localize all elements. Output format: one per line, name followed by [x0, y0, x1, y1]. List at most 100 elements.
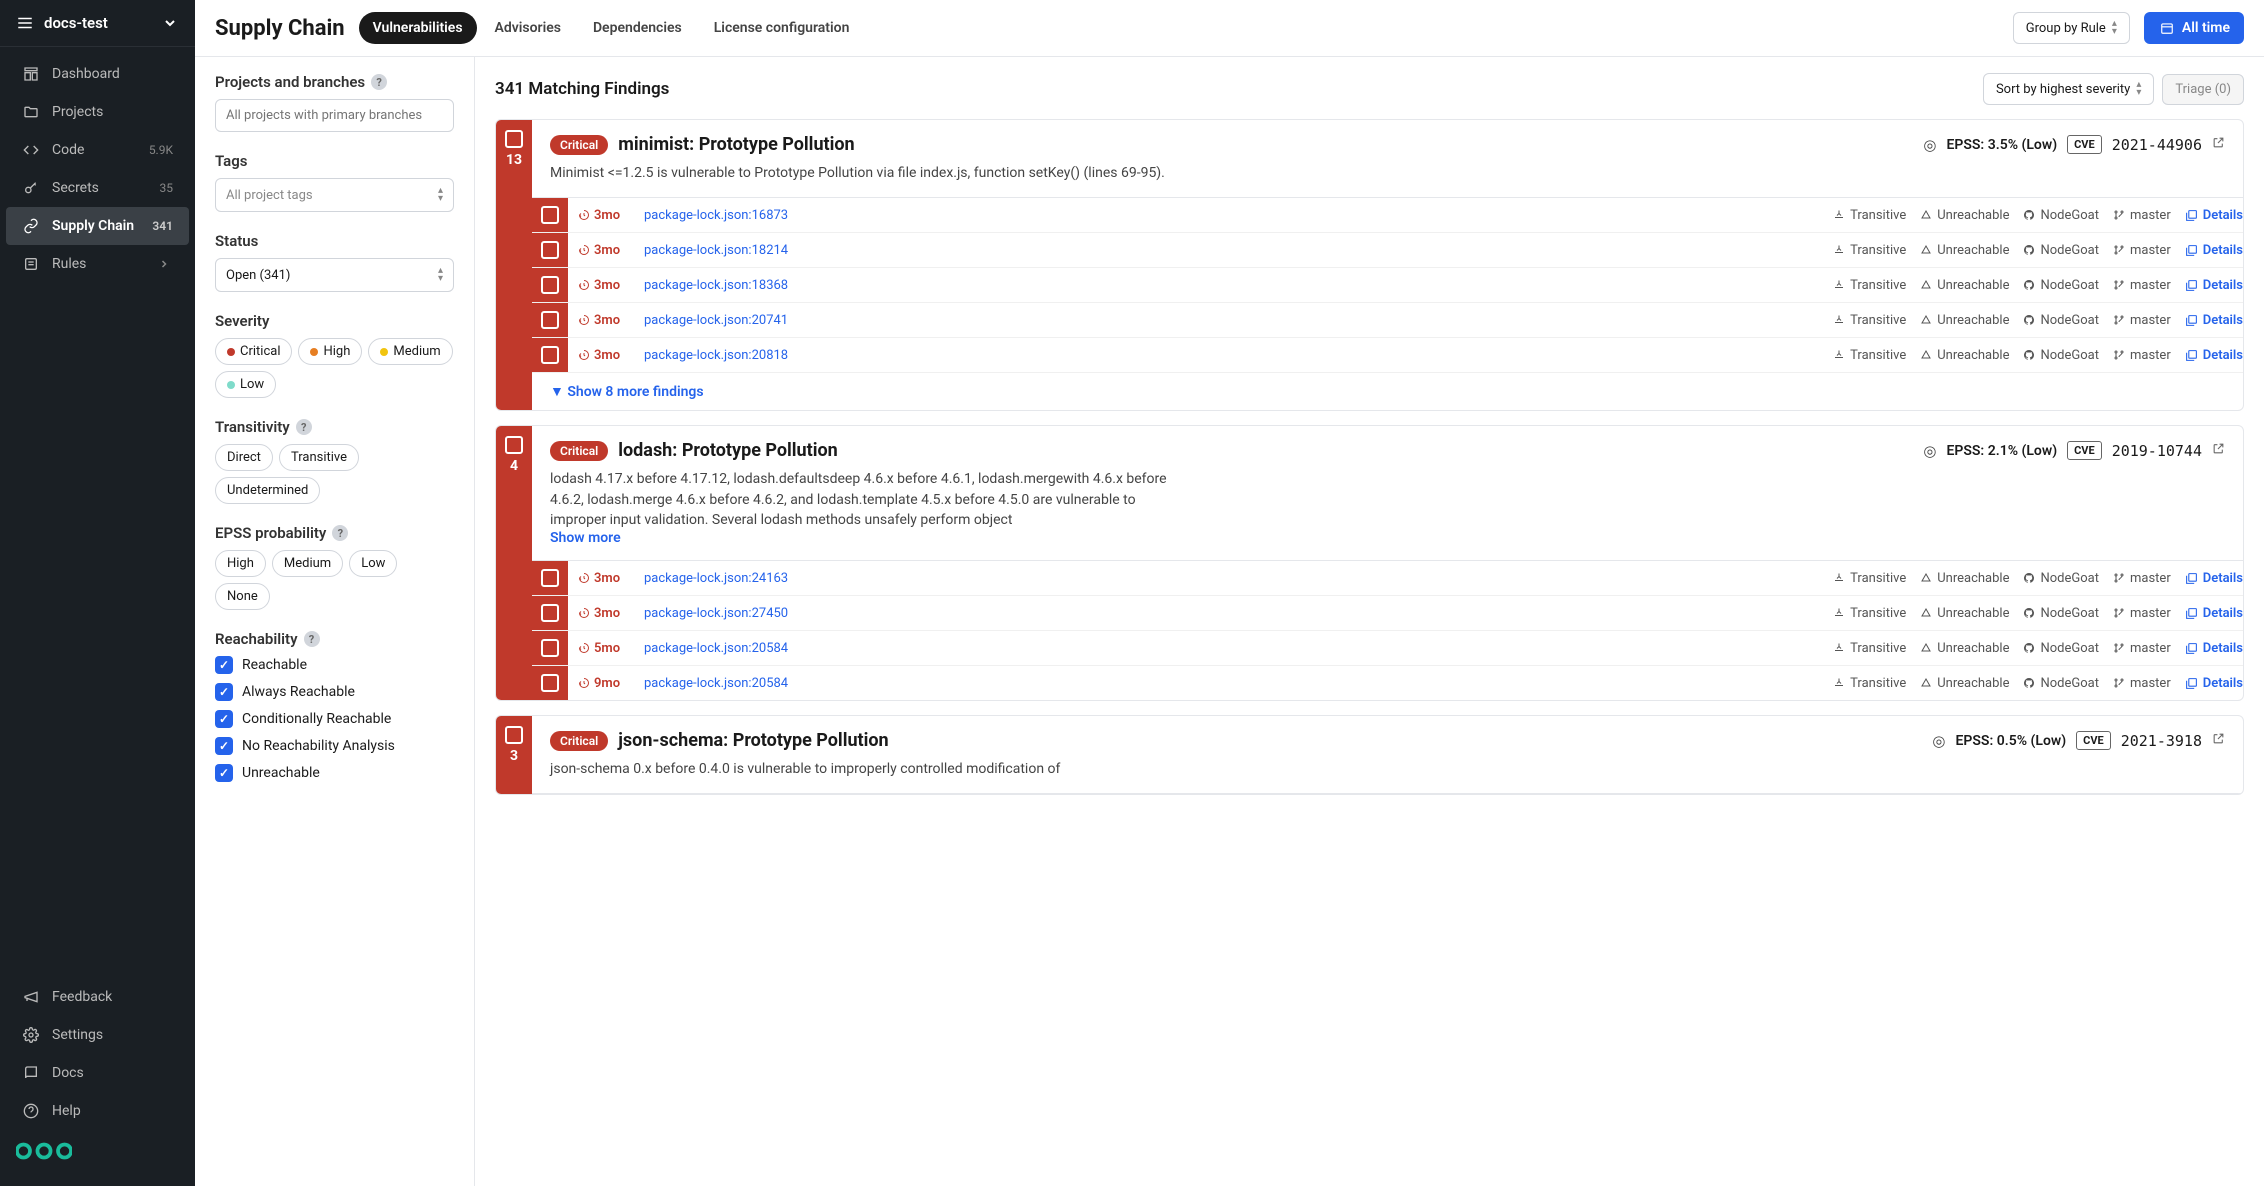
details-link[interactable]: Details — [2185, 676, 2243, 691]
file-link[interactable]: package-lock.json:27450 — [644, 606, 788, 621]
sidebar-item-dashboard[interactable]: Dashboard — [6, 55, 189, 93]
branch-badge: master — [2113, 606, 2171, 621]
file-link[interactable]: package-lock.json:16873 — [644, 208, 788, 223]
time-filter-button[interactable]: All time — [2144, 12, 2244, 44]
sidebar-item-label: Settings — [52, 1027, 103, 1043]
epss-chip[interactable]: None — [215, 583, 270, 610]
help-icon — [22, 1102, 40, 1120]
sidebar-item-supply-chain[interactable]: Supply Chain 341 — [6, 207, 189, 245]
show-more-desc[interactable]: Show more — [550, 530, 2225, 546]
external-link-icon[interactable] — [2212, 732, 2225, 749]
row-checkbox[interactable] — [541, 311, 559, 329]
severity-chip[interactable]: Low — [215, 371, 276, 398]
finding-description: Minimist <=1.2.5 is vulnerable to Protot… — [550, 163, 1170, 183]
sidebar-item-count: 341 — [152, 219, 173, 233]
sidebar-item-count: 5.9K — [149, 143, 173, 157]
age-badge: 3mo — [578, 348, 634, 363]
row-checkbox[interactable] — [541, 604, 559, 622]
severity-chip[interactable]: Medium — [368, 338, 452, 365]
group-checkbox[interactable] — [505, 130, 523, 148]
external-link-icon[interactable] — [2212, 442, 2225, 459]
row-checkbox[interactable] — [541, 346, 559, 364]
external-link-icon[interactable] — [2212, 136, 2225, 153]
workspace-switcher[interactable]: docs-test — [0, 0, 195, 47]
severity-chip[interactable]: Critical — [215, 338, 292, 365]
transitivity-chip[interactable]: Direct — [215, 444, 273, 471]
file-link[interactable]: package-lock.json:18368 — [644, 278, 788, 293]
row-checkbox[interactable] — [541, 639, 559, 657]
filter-label: Tags — [215, 152, 454, 170]
details-link[interactable]: Details — [2185, 606, 2243, 621]
group-checkbox[interactable] — [505, 436, 523, 454]
epss-chip[interactable]: Low — [349, 550, 397, 577]
details-link[interactable]: Details — [2185, 571, 2243, 586]
unreachable-badge: Unreachable — [1920, 208, 2009, 223]
unreachable-badge: Unreachable — [1920, 278, 2009, 293]
tab-advisories[interactable]: Advisories — [481, 12, 575, 44]
sidebar-item-label: Help — [52, 1103, 81, 1119]
file-link[interactable]: package-lock.json:20584 — [644, 641, 788, 656]
epss-score: EPSS: 3.5% (Low) — [1946, 137, 2057, 153]
dashboard-icon — [22, 65, 40, 83]
sidebar-item-label: Secrets — [52, 180, 99, 196]
status-select[interactable]: Open (341)▴▾ — [215, 258, 454, 292]
transitive-badge: Transitive — [1833, 278, 1906, 293]
sidebar-item-code[interactable]: Code 5.9K — [6, 131, 189, 169]
file-link[interactable]: package-lock.json:18214 — [644, 243, 788, 258]
sidebar-item-rules[interactable]: Rules — [6, 245, 189, 283]
branch-badge: master — [2113, 243, 2171, 258]
severity-dot-icon — [227, 348, 235, 356]
row-checkbox[interactable] — [541, 674, 559, 692]
help-icon[interactable]: ? — [296, 419, 312, 435]
filter-label: EPSS probability? — [215, 524, 454, 542]
group-by-select[interactable]: Group by Rule ▴▾ — [2013, 12, 2130, 44]
sidebar-item-secrets[interactable]: Secrets 35 — [6, 169, 189, 207]
tab-dependencies[interactable]: Dependencies — [579, 12, 696, 44]
show-more-findings[interactable]: ▼ Show 8 more findings — [532, 373, 2243, 410]
help-icon[interactable]: ? — [304, 631, 320, 647]
tab-license[interactable]: License configuration — [700, 12, 864, 44]
reachability-check[interactable]: ✓Always Reachable — [215, 683, 454, 701]
details-link[interactable]: Details — [2185, 313, 2243, 328]
tab-vulnerabilities[interactable]: Vulnerabilities — [359, 12, 477, 44]
sort-select[interactable]: Sort by highest severity▴▾ — [1983, 73, 2154, 105]
sidebar-item-projects[interactable]: Projects — [6, 93, 189, 131]
reachability-check[interactable]: ✓Reachable — [215, 656, 454, 674]
select-icon: ▴▾ — [2112, 20, 2117, 36]
finding-title: minimist: Prototype Pollution — [618, 134, 854, 155]
transitivity-chip[interactable]: Undetermined — [215, 477, 320, 504]
reachability-check[interactable]: ✓Conditionally Reachable — [215, 710, 454, 728]
file-link[interactable]: package-lock.json:20818 — [644, 348, 788, 363]
details-link[interactable]: Details — [2185, 208, 2243, 223]
epss-chip[interactable]: High — [215, 550, 266, 577]
file-link[interactable]: package-lock.json:24163 — [644, 571, 788, 586]
file-link[interactable]: package-lock.json:20584 — [644, 676, 788, 691]
help-icon[interactable]: ? — [332, 525, 348, 541]
details-link[interactable]: Details — [2185, 348, 2243, 363]
help-icon[interactable]: ? — [371, 74, 387, 90]
group-checkbox[interactable] — [505, 726, 523, 744]
epss-chip[interactable]: Medium — [272, 550, 343, 577]
row-checkbox[interactable] — [541, 276, 559, 294]
projects-input[interactable] — [215, 99, 454, 132]
sidebar-item-help[interactable]: Help — [6, 1092, 189, 1130]
details-link[interactable]: Details — [2185, 278, 2243, 293]
details-link[interactable]: Details — [2185, 243, 2243, 258]
sidebar-item-feedback[interactable]: Feedback — [6, 978, 189, 1016]
reachability-check[interactable]: ✓No Reachability Analysis — [215, 737, 454, 755]
target-icon: ◎ — [1932, 732, 1945, 750]
file-link[interactable]: package-lock.json:20741 — [644, 313, 788, 328]
row-checkbox[interactable] — [541, 569, 559, 587]
sidebar-item-settings[interactable]: Settings — [6, 1016, 189, 1054]
sidebar-item-docs[interactable]: Docs — [6, 1054, 189, 1092]
triage-button[interactable]: Triage (0) — [2162, 74, 2244, 105]
severity-dot-icon — [310, 348, 318, 356]
row-checkbox[interactable] — [541, 241, 559, 259]
transitivity-chip[interactable]: Transitive — [279, 444, 359, 471]
severity-chip[interactable]: High — [298, 338, 362, 365]
tags-select[interactable]: All project tags▴▾ — [215, 178, 454, 212]
transitive-badge: Transitive — [1833, 676, 1906, 691]
row-checkbox[interactable] — [541, 206, 559, 224]
reachability-check[interactable]: ✓Unreachable — [215, 764, 454, 782]
details-link[interactable]: Details — [2185, 641, 2243, 656]
